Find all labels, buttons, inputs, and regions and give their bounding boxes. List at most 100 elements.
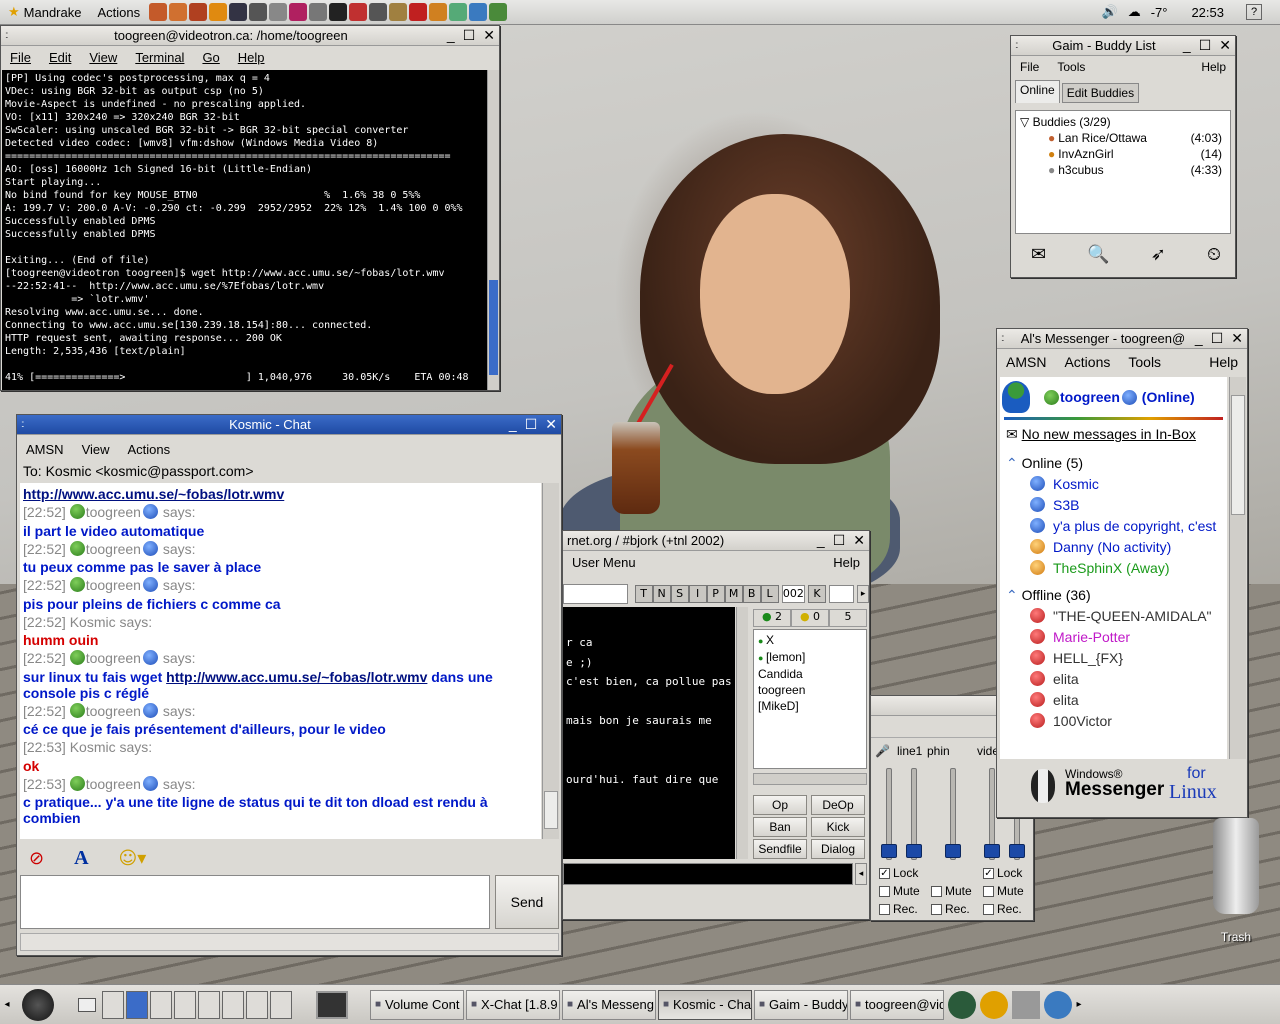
minimize-icon[interactable]: _ [1183,37,1191,54]
maximize-icon[interactable]: ☐ [833,532,846,549]
mode-p-button[interactable]: P [706,585,725,603]
panel-arrow-icon[interactable]: ◂ [0,999,14,1010]
user-menu[interactable]: User Menu [563,555,645,570]
volume-icon[interactable]: 🔊 [1102,4,1118,20]
task-button[interactable]: ■ toogreen@vid [850,989,944,1020]
op-button[interactable]: Op [753,795,807,815]
menu-view[interactable]: View [80,50,126,65]
launcher-icon[interactable] [948,990,976,1019]
close-icon[interactable]: ✕ [483,27,495,44]
contact-online[interactable]: y'a plus de copyright, c'est [1000,516,1227,537]
menu-actions[interactable]: Actions [119,442,180,457]
contact-online[interactable]: TheSphinX (Away) [1000,558,1227,579]
minimize-icon[interactable]: _ [509,416,517,433]
buddy-row[interactable]: ● Lan Rice/Ottawa (4:03) [1020,130,1226,146]
close-icon[interactable]: ✕ [853,532,865,549]
mode-m-button[interactable]: M [724,585,743,603]
launcher-icon[interactable] [429,3,448,21]
menu-go[interactable]: Go [193,50,228,65]
contact-offline[interactable]: HELL_{FX} [1000,648,1227,669]
help-menu[interactable]: Help [824,555,869,570]
user-list[interactable]: ● X ● [lemon] Candida toogreen [MikeD] [753,629,867,769]
menu-help[interactable]: Help [1200,354,1247,370]
task-button[interactable]: ■ Volume Cont [370,989,464,1020]
launcher-icon[interactable] [389,3,408,21]
user-entry[interactable]: [MikeD] [758,698,862,714]
user-list-scrollbar[interactable] [753,773,867,785]
launcher-icon[interactable] [1012,990,1040,1019]
mode-l-button[interactable]: L [760,585,779,603]
minimize-icon[interactable]: _ [817,532,825,549]
smiley-icon[interactable]: ☺▾ [119,848,147,869]
sendfile-button[interactable]: Sendfile [753,839,807,859]
amsn-scrollbar[interactable] [1229,377,1246,759]
launcher-icon[interactable] [229,3,248,21]
launcher-icon[interactable] [1044,990,1072,1019]
task-button[interactable]: ■ Gaim - Buddy [754,989,848,1020]
menu-edit[interactable]: Edit [40,50,80,65]
launcher-icon[interactable] [469,3,488,21]
workspace-pager[interactable] [102,990,292,1019]
mute-checkbox[interactable]: Mute [983,882,1024,900]
xchat-log[interactable]: r ca e ;) c'est bien, ca pollue pas mais b… [563,607,735,859]
user-entry[interactable]: ● X [758,632,862,649]
menu-actions[interactable]: Actions [1055,354,1119,370]
send-button[interactable]: Send [495,875,559,929]
volume-slider[interactable] [945,768,961,860]
launcher-icon[interactable] [189,3,208,21]
buddy-tree[interactable]: ▽ Buddies (3/29) ● Lan Rice/Ottawa (4:03) ●… [1015,110,1231,234]
user-entry[interactable]: toogreen [758,682,862,698]
xchat-input-arrow[interactable]: ◂ [855,863,867,885]
menu-tools[interactable]: Tools [1119,354,1170,370]
task-button[interactable]: ■ X-Chat [1.8.9 [466,989,560,1020]
menu-file[interactable]: File [1011,60,1048,74]
maximize-icon[interactable]: ☐ [1211,330,1224,347]
launcher-icon[interactable] [249,3,268,21]
message-input[interactable] [20,875,490,929]
help-icon[interactable]: ? [1246,4,1262,20]
tab-edit-buddies[interactable]: Edit Buddies [1061,83,1140,103]
collapse-icon[interactable]: ⌃ [1006,587,1018,603]
launcher-icon[interactable] [289,3,308,21]
mode-t-button[interactable]: T [634,585,653,603]
chat-scrollbar[interactable] [542,483,559,839]
menu-terminal[interactable]: Terminal [126,50,193,65]
maximize-icon[interactable]: ☐ [525,416,538,433]
key-button[interactable]: K [808,585,826,603]
launcher-icon[interactable] [209,3,228,21]
close-icon[interactable]: ✕ [1219,37,1231,54]
menu-file[interactable]: File [1,50,40,65]
tab-online[interactable]: Online [1015,80,1060,103]
task-button[interactable]: ■ Kosmic - Cha [658,989,752,1020]
buddy-row[interactable]: ● InvAznGirl (14) [1020,146,1226,162]
maximize-icon[interactable]: ☐ [1199,37,1212,54]
xchat-scrollbar[interactable] [736,607,748,859]
xchat-input[interactable] [563,863,853,885]
contact-list[interactable]: toogreen (Online) ✉ No new messages in I… [1000,377,1227,759]
terminal-launcher-icon[interactable] [316,990,348,1019]
trash-desktop-icon[interactable]: Trash [1204,818,1268,958]
gaim-titlebar[interactable]: :: Gaim - Buddy List _ ☐ ✕ [1011,36,1235,56]
key-field[interactable] [828,585,855,603]
mode-s-button[interactable]: S [670,585,689,603]
minimize-icon[interactable]: _ [447,27,455,44]
info-icon[interactable]: 🔍 [1087,244,1109,265]
launcher-icon[interactable] [409,3,428,21]
chat-log[interactable]: http://www.acc.umu.se/~fobas/lotr.wmv [22… [20,483,541,839]
online-group[interactable]: ⌃ Online (5) [1000,453,1227,474]
launcher-icon[interactable] [489,3,508,21]
mute-checkbox[interactable]: Mute [879,882,920,900]
contact-online[interactable]: Danny (No activity) [1000,537,1227,558]
mute-checkbox[interactable]: Mute [931,882,972,900]
menu-amsn[interactable]: AMSN [997,354,1055,370]
menu-tools[interactable]: Tools [1048,60,1094,74]
rec-checkbox[interactable]: Rec. [879,900,920,918]
font-icon[interactable]: A [74,847,88,870]
deop-button[interactable]: DeOp [811,795,865,815]
launcher-icon[interactable] [449,3,468,21]
ban-button[interactable]: Ban [753,817,807,837]
mandrake-menu[interactable]: ★ Mandrake [0,4,89,20]
mode-i-button[interactable]: I [688,585,707,603]
topic-input[interactable] [563,584,628,604]
away-icon[interactable]: ⏲ [1207,244,1221,265]
